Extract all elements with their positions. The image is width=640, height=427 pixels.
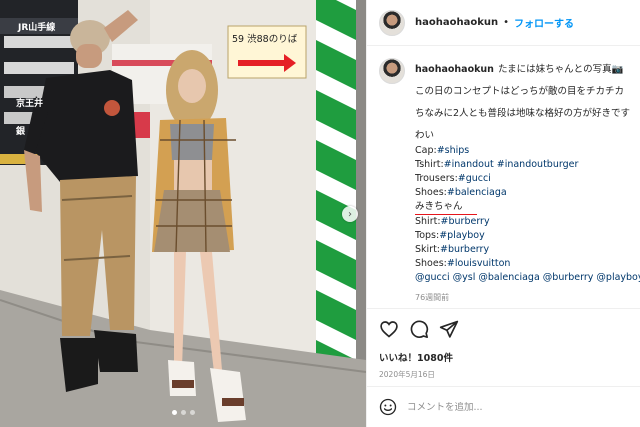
comment-icon[interactable] xyxy=(409,319,429,339)
station-sign-ginza: 銀 xyxy=(16,127,26,137)
station-sign-keio: 京王井 xyxy=(16,99,44,109)
comment-box xyxy=(367,386,640,427)
outfit-item: Cap:#ships xyxy=(415,144,640,158)
likes-count[interactable]: いいね！1080件 xyxy=(379,350,453,364)
post-photo[interactable]: 59 渋88のりば JR山手線 京王井 銀 › xyxy=(0,0,366,427)
caption-area: haohaohaokun たまには妹ちゃんとの写真📷 この日のコンセプトはどっちが… xyxy=(379,58,640,308)
caption-username-link[interactable]: haohaohaokun xyxy=(415,64,494,75)
chevron-right-icon[interactable]: › xyxy=(342,206,358,222)
outfit-item-label: Skirt: xyxy=(415,244,441,256)
outfit-item: Trousers:#gucci xyxy=(415,172,640,186)
outfit-item-label: Shoes: xyxy=(415,258,447,270)
hashtag-link[interactable]: #louisvuitton xyxy=(447,258,511,269)
carousel-dot xyxy=(171,410,177,415)
carousel-dots xyxy=(0,410,366,415)
smile-icon[interactable] xyxy=(379,398,397,416)
heart-icon[interactable] xyxy=(379,319,399,339)
post-details-panel: haohaohaokun • フォローする haohaohaokun たまには妹ち… xyxy=(366,0,640,427)
caption-body: haohaohaokun たまには妹ちゃんとの写真📷 この日のコンセプトはどっちが… xyxy=(415,58,640,303)
hashtag-link[interactable]: #gucci xyxy=(458,173,491,184)
caption-first-line: haohaohaokun たまには妹ちゃんとの写真📷 xyxy=(415,63,640,77)
username-link[interactable]: haohaohaokun xyxy=(415,17,498,28)
outfit-item-label: Cap: xyxy=(415,144,437,156)
outfit-item-label: Tops: xyxy=(415,229,440,241)
hashtag-link[interactable]: #playboy xyxy=(439,230,485,241)
time-ago[interactable]: 76週間前 xyxy=(415,292,640,303)
caption-title: たまには妹ちゃんとの写真📷 xyxy=(497,64,624,75)
outfit-item: Tops:#playboy xyxy=(415,229,640,243)
platform-sign: 59 渋88のりば xyxy=(232,34,298,45)
mentions[interactable]: @gucci @ysl @balenciaga @burberry @playb… xyxy=(415,271,640,285)
her-label: みきちゃん xyxy=(415,200,476,215)
outfit-item: Shoes:#balenciaga xyxy=(415,186,640,200)
avatar[interactable] xyxy=(379,9,405,36)
outfit-item: Shirt:#burberry xyxy=(415,215,640,229)
outfit-item: Shoes:#louisvuitton xyxy=(415,257,640,271)
caption-note: ちなみに2人とも普段は地味な格好の方が好きです xyxy=(415,108,631,120)
comment-input[interactable] xyxy=(407,401,627,413)
action-icons xyxy=(379,319,459,339)
separator-dot: • xyxy=(503,17,510,28)
street-photo-scene xyxy=(0,0,366,427)
caption-row: haohaohaokun たまには妹ちゃんとの写真📷 この日のコンセプトはどっちが… xyxy=(379,58,640,303)
station-sign-jr: JR山手線 xyxy=(18,23,56,33)
hashtag-link[interactable]: #burberry xyxy=(441,216,490,227)
her-label-row: みきちゃん xyxy=(415,200,640,215)
outfit-item-label: Shoes: xyxy=(415,187,447,199)
outfit-item-label: Shirt: xyxy=(415,215,441,227)
carousel-dot xyxy=(180,410,186,415)
outfit-item-label: Tshirt: xyxy=(415,158,444,170)
post-header: haohaohaokun • フォローする xyxy=(367,0,640,46)
caption-concept: この日のコンセプトはどっちが敵の目をチカチカ xyxy=(415,86,625,97)
outfit-item: Tshirt:#inandout #inandoutburger xyxy=(415,158,640,172)
hashtag-link[interactable]: #inandout #inandoutburger xyxy=(444,159,579,170)
him-label: わい xyxy=(415,130,435,142)
hashtag-link[interactable]: #balenciaga xyxy=(447,187,507,198)
hashtag-link[interactable]: #burberry xyxy=(440,244,489,255)
caption-avatar[interactable] xyxy=(379,58,405,84)
outfit-item: Skirt:#burberry xyxy=(415,243,640,257)
outfit-item-label: Trousers: xyxy=(415,173,458,185)
follow-button[interactable]: フォローする xyxy=(514,15,574,30)
carousel-dot xyxy=(189,410,195,415)
share-icon[interactable] xyxy=(439,319,459,339)
post-date: 2020年5月16日 xyxy=(379,370,435,379)
hashtag-link[interactable]: #ships xyxy=(437,145,470,156)
